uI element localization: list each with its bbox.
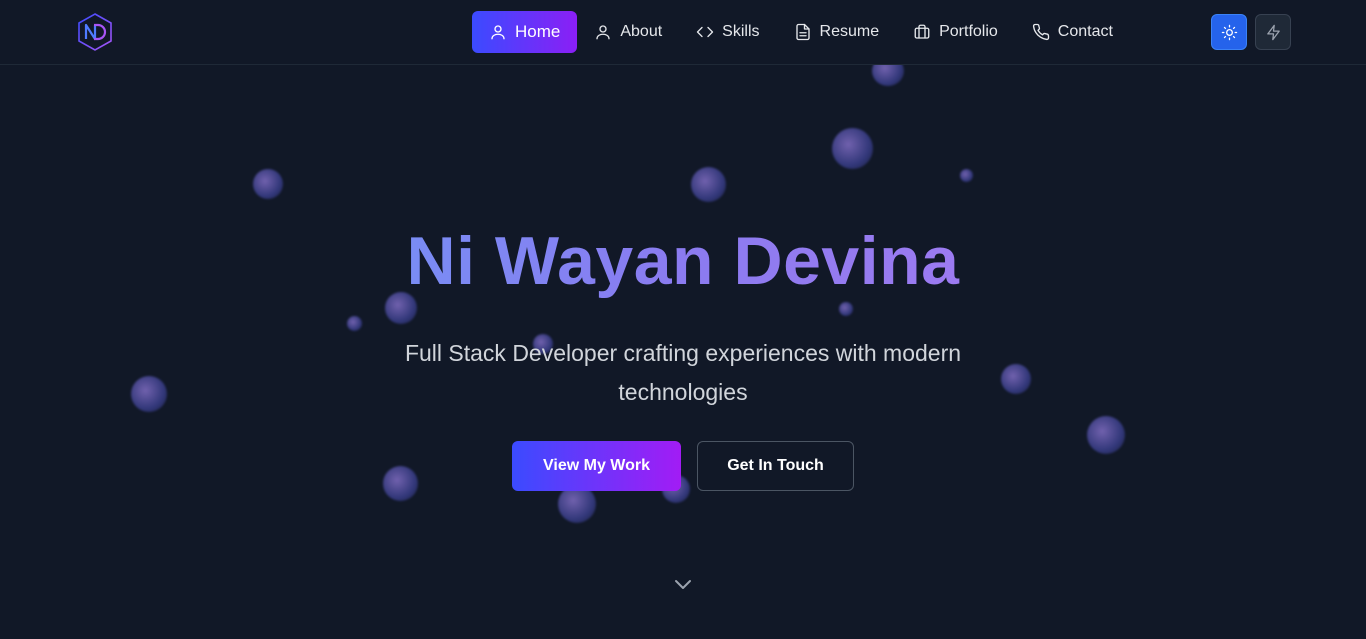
get-in-touch-button[interactable]: Get In Touch	[697, 441, 854, 491]
nav-item-contact[interactable]: Contact	[1015, 11, 1130, 53]
scroll-down-button[interactable]	[671, 572, 695, 596]
nav-item-label: About	[620, 23, 663, 40]
user-icon	[491, 25, 505, 40]
theme-toggle-button[interactable]	[1211, 14, 1247, 50]
portfolio-page: Home About Skills Resume Portfolio Conta…	[0, 0, 1366, 639]
document-icon	[795, 23, 810, 41]
nav-item-about[interactable]: About	[577, 11, 679, 53]
code-icon	[696, 26, 714, 38]
particle	[960, 169, 973, 182]
effects-toggle-button[interactable]	[1255, 14, 1291, 50]
particle	[383, 466, 418, 501]
user-icon	[596, 25, 611, 40]
particle	[839, 302, 853, 316]
particle	[1001, 364, 1031, 394]
bolt-icon	[1266, 24, 1280, 40]
phone-icon	[1032, 23, 1049, 41]
particle	[131, 376, 167, 412]
particle	[1087, 416, 1125, 454]
nav-item-skills[interactable]: Skills	[679, 11, 776, 53]
hero-subtitle: Full Stack Developer crafting experience…	[404, 340, 962, 405]
nav-item-label: Resume	[819, 23, 880, 40]
nd-hexagon-logo[interactable]	[75, 12, 115, 52]
nav-item-label: Portfolio	[939, 23, 998, 40]
particle	[347, 316, 362, 331]
top-navbar: Home About Skills Resume Portfolio Conta…	[0, 0, 1366, 65]
nav-item-label: Skills	[722, 23, 760, 40]
nav-item-label: Home	[515, 22, 561, 41]
particle	[691, 167, 726, 202]
particle	[253, 169, 283, 199]
hero-title: Ni Wayan Devina	[0, 222, 1366, 300]
main-nav: Home About Skills Resume Portfolio Conta…	[472, 11, 1130, 53]
sun-icon	[1221, 24, 1237, 40]
nav-item-resume[interactable]: Resume	[777, 11, 897, 53]
view-my-work-button[interactable]: View My Work	[512, 441, 681, 491]
briefcase-icon	[914, 24, 930, 39]
nav-item-home[interactable]: Home	[472, 11, 578, 53]
nav-item-label: Contact	[1057, 23, 1113, 40]
particle	[832, 128, 873, 169]
nav-item-portfolio[interactable]: Portfolio	[896, 11, 1015, 53]
chevron-down-icon	[675, 580, 691, 589]
